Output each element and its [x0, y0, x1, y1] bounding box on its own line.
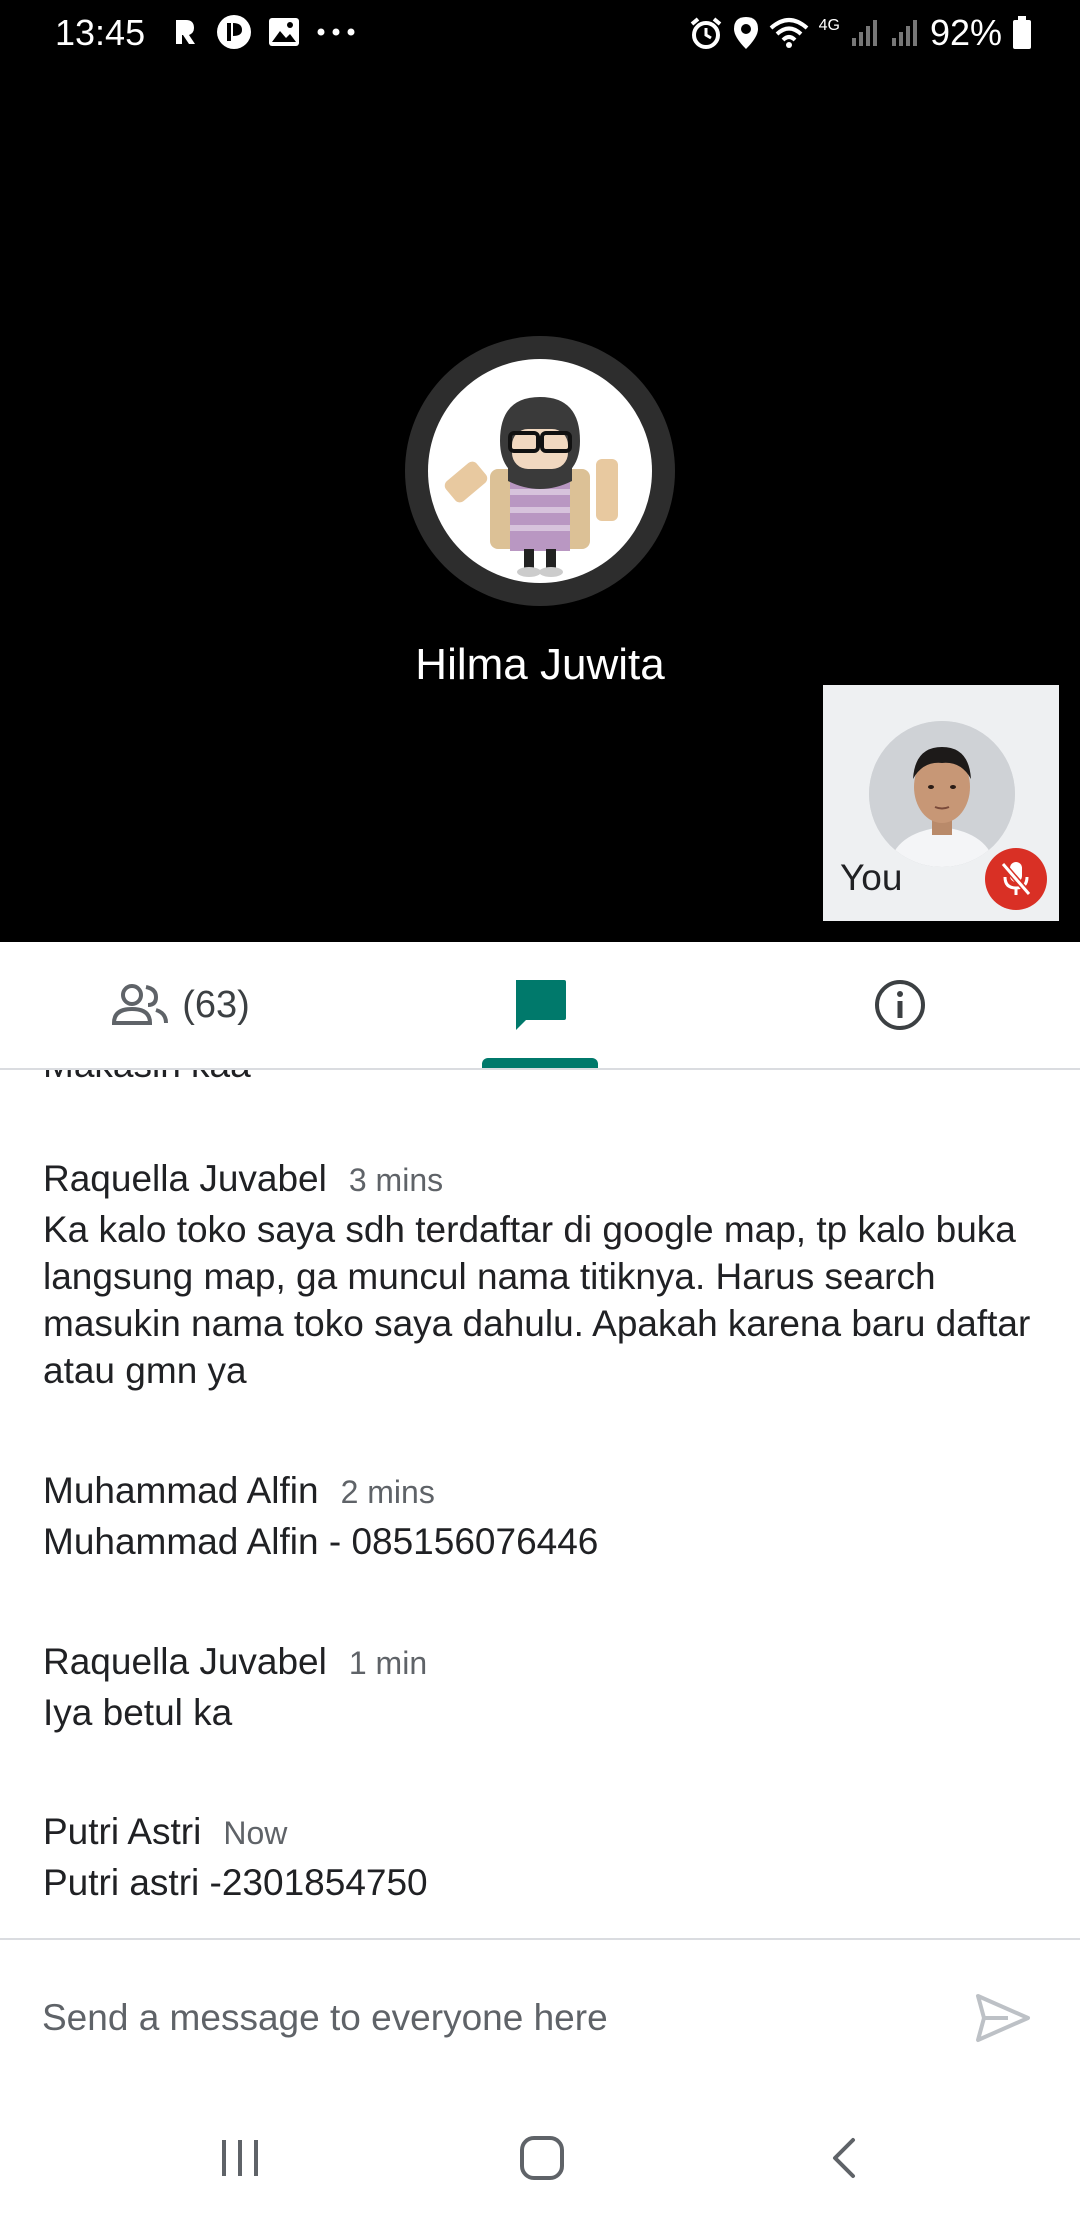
system-navigation-bar — [0, 2096, 1080, 2220]
location-icon — [733, 17, 758, 49]
message-text: Ka kalo toko saya sdh terdaftar di googl… — [43, 1209, 1031, 1391]
battery-percentage: 92% — [929, 12, 1002, 53]
info-icon — [875, 980, 925, 1030]
battery-icon — [1013, 16, 1031, 49]
message-header: Raquella Juvabel 3 mins — [43, 1158, 1033, 1200]
tab-meeting-info[interactable] — [720, 942, 1080, 1068]
tab-chat[interactable] — [360, 942, 720, 1068]
media-notification-icon — [217, 15, 251, 49]
message-sender: Putri Astri — [43, 1811, 202, 1852]
speaker-name: Hilma Juwita — [415, 640, 665, 689]
signal-icon-sim1 — [851, 20, 877, 46]
chat-message-list[interactable]: Makasih kaa Raquella Juvabel 3 mins Ka k… — [0, 1070, 1080, 1940]
message-text: Putri astri -2301854750 — [43, 1862, 428, 1903]
active-speaker-tile[interactable] — [405, 336, 675, 606]
gallery-notification-icon — [269, 18, 299, 46]
message-time: Now — [223, 1815, 288, 1851]
chat-icon — [516, 980, 566, 1030]
self-view-tile[interactable]: You — [823, 685, 1059, 921]
back-button[interactable] — [804, 2126, 884, 2190]
chat-message: Raquella Juvabel 1 min Iya betul ka — [43, 1641, 1033, 1736]
status-bar: 13:45 4G 92% — [0, 0, 1080, 64]
participant-count: (63) — [182, 983, 250, 1026]
people-icon — [112, 984, 169, 1025]
recent-apps-button[interactable] — [200, 2126, 280, 2190]
speaker-avatar-illustration — [444, 397, 618, 577]
signal-icon-sim2 — [891, 20, 917, 46]
home-icon — [520, 2136, 564, 2180]
message-time: 2 mins — [340, 1474, 435, 1510]
mic-off-icon — [1000, 862, 1032, 896]
self-avatar — [869, 721, 1015, 867]
message-sender: Muhammad Alfin — [43, 1470, 319, 1511]
network-type-label: 4G — [818, 17, 840, 34]
tab-people[interactable]: (63) — [0, 942, 360, 1068]
more-notifications-icon — [317, 28, 355, 36]
message-text: Iya betul ka — [43, 1692, 233, 1733]
message-time: 1 min — [348, 1645, 428, 1681]
self-avatar-photo — [869, 721, 1015, 867]
message-input[interactable] — [42, 1988, 922, 2048]
message-sender: Raquella Juvabel — [43, 1641, 327, 1682]
partially-visible-message: Makasih kaa — [43, 1070, 251, 1086]
app-notification-icon — [176, 20, 195, 44]
wifi-icon — [769, 18, 808, 48]
recent-apps-icon — [222, 2140, 258, 2176]
speaker-avatar — [428, 359, 652, 583]
message-time: 3 mins — [348, 1162, 444, 1198]
send-icon — [976, 1994, 1030, 2042]
side-panel-tabs: (63) — [0, 942, 1080, 1070]
message-header: Putri Astri Now — [43, 1811, 1033, 1853]
message-sender: Raquella Juvabel — [43, 1158, 327, 1199]
chat-message: Raquella Juvabel 3 mins Ka kalo toko say… — [43, 1158, 1033, 1394]
alarm-icon — [690, 17, 721, 49]
home-button[interactable] — [502, 2126, 582, 2190]
message-text: Muhammad Alfin - 085156076446 — [43, 1521, 599, 1562]
message-header: Muhammad Alfin 2 mins — [43, 1470, 1033, 1512]
message-header: Raquella Juvabel 1 min — [43, 1641, 1033, 1683]
back-icon — [833, 2138, 855, 2178]
chat-message: Muhammad Alfin 2 mins Muhammad Alfin - 0… — [43, 1470, 1033, 1565]
status-time: 13:45 — [55, 12, 146, 53]
self-view-label: You — [840, 857, 903, 898]
active-tab-indicator — [482, 1058, 598, 1068]
call-stage: 13:45 4G 92% Hilma Juwita You — [0, 0, 1080, 942]
chat-message: Putri Astri Now Putri astri -2301854750 — [43, 1811, 1033, 1906]
notification-icons — [170, 14, 356, 50]
message-composer — [0, 1940, 1080, 2096]
microphone-muted-badge — [985, 848, 1047, 910]
system-status-icons: 4G 92% — [689, 12, 1032, 54]
send-button[interactable] — [974, 1992, 1032, 2044]
